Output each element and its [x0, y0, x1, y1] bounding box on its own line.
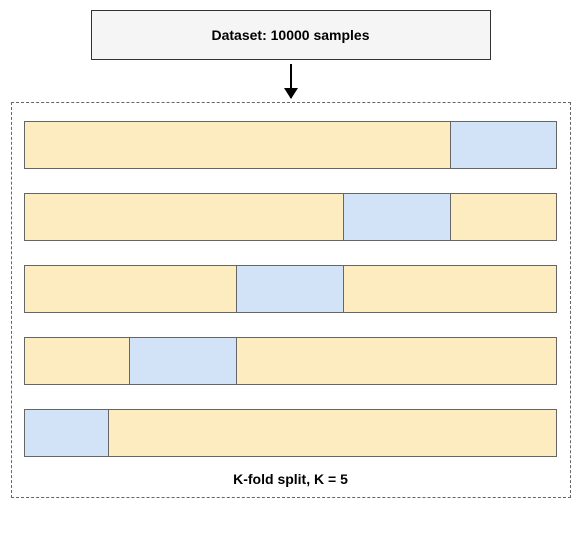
arrow-down	[10, 64, 571, 98]
train-segment	[24, 193, 344, 241]
fold-row	[24, 337, 558, 385]
test-segment	[24, 409, 109, 457]
kfold-container: K-fold split, K = 5	[11, 102, 571, 498]
test-segment	[237, 265, 344, 313]
train-segment	[24, 121, 451, 169]
test-segment	[130, 337, 237, 385]
train-segment	[344, 265, 558, 313]
train-segment	[109, 409, 558, 457]
train-segment	[451, 193, 558, 241]
fold-row	[24, 121, 558, 169]
dataset-box: Dataset: 10000 samples	[91, 10, 491, 60]
arrow-down-icon	[290, 64, 292, 98]
fold-row	[24, 193, 558, 241]
train-segment	[237, 337, 557, 385]
dataset-title: Dataset: 10000 samples	[212, 27, 370, 43]
fold-row	[24, 265, 558, 313]
fold-row	[24, 409, 558, 457]
kfold-caption: K-fold split, K = 5	[24, 471, 558, 487]
fold-rows	[24, 121, 558, 457]
train-segment	[24, 265, 238, 313]
train-segment	[24, 337, 131, 385]
test-segment	[344, 193, 451, 241]
test-segment	[451, 121, 558, 169]
